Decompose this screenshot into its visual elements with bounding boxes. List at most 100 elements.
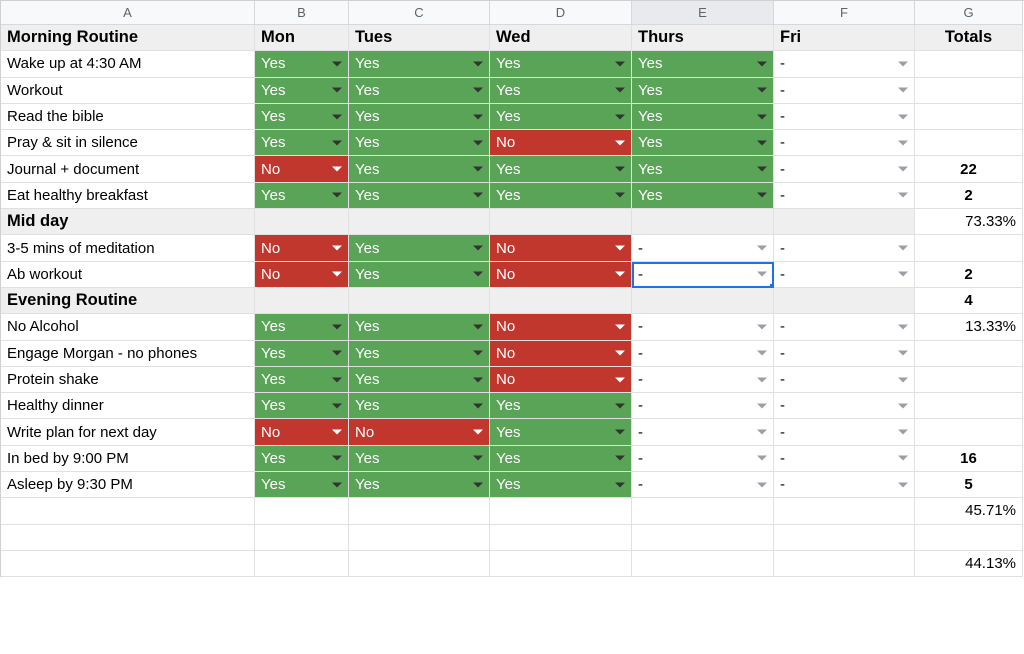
task-label[interactable]: Journal + document xyxy=(1,156,255,182)
blank-cell[interactable] xyxy=(915,525,1023,551)
task-label[interactable]: Healthy dinner xyxy=(1,393,255,419)
total-cell[interactable] xyxy=(915,341,1023,367)
cell-dropdown[interactable]: Yes xyxy=(490,183,632,209)
cell-dropdown[interactable]: Yes xyxy=(490,104,632,130)
cell-dropdown[interactable]: Yes xyxy=(349,314,490,340)
cell-dropdown[interactable]: - xyxy=(774,341,915,367)
header-totals[interactable]: Totals xyxy=(915,25,1023,51)
cell-dropdown[interactable]: Yes xyxy=(349,183,490,209)
cell-dropdown[interactable]: Yes xyxy=(255,393,349,419)
header-wed[interactable]: Wed xyxy=(490,25,632,51)
cell-dropdown[interactable]: - xyxy=(632,367,774,393)
task-label[interactable]: In bed by 9:00 PM xyxy=(1,446,255,472)
cell-dropdown[interactable]: Yes xyxy=(255,341,349,367)
cell-dropdown[interactable]: Yes xyxy=(255,367,349,393)
col-header-a[interactable]: A xyxy=(1,1,255,25)
cell-dropdown[interactable]: Yes xyxy=(349,393,490,419)
blank-cell[interactable] xyxy=(255,525,349,551)
cell-dropdown[interactable]: No xyxy=(255,156,349,182)
header-fri[interactable]: Fri xyxy=(774,25,915,51)
task-label[interactable]: Workout xyxy=(1,78,255,104)
task-label[interactable]: Eat healthy breakfast xyxy=(1,183,255,209)
cell-dropdown[interactable]: Yes xyxy=(255,446,349,472)
cell-dropdown[interactable]: No xyxy=(490,235,632,261)
cell-dropdown[interactable]: Yes xyxy=(255,130,349,156)
cell-dropdown[interactable]: - xyxy=(774,235,915,261)
section-midday[interactable]: Mid day xyxy=(1,209,255,235)
total-cell[interactable] xyxy=(915,104,1023,130)
cell-dropdown[interactable]: Yes xyxy=(490,446,632,472)
cell-dropdown[interactable]: Yes xyxy=(632,51,774,77)
total-cell[interactable] xyxy=(915,367,1023,393)
blank-cell[interactable] xyxy=(632,288,774,314)
cell-dropdown[interactable]: Yes xyxy=(632,78,774,104)
task-label[interactable]: 3-5 mins of meditation xyxy=(1,235,255,261)
blank-cell[interactable] xyxy=(255,551,349,577)
cell-dropdown[interactable]: Yes xyxy=(490,51,632,77)
cell-dropdown[interactable]: Yes xyxy=(490,393,632,419)
cell-dropdown[interactable]: Yes xyxy=(490,156,632,182)
cell-dropdown[interactable]: Yes xyxy=(255,314,349,340)
cell-dropdown[interactable]: - xyxy=(774,367,915,393)
cell-dropdown[interactable]: Yes xyxy=(349,78,490,104)
total-cell[interactable] xyxy=(915,51,1023,77)
blank-cell[interactable] xyxy=(774,551,915,577)
blank-cell[interactable] xyxy=(490,551,632,577)
cell-dropdown[interactable]: Yes xyxy=(349,235,490,261)
cell-dropdown[interactable]: No xyxy=(490,262,632,288)
cell-dropdown[interactable]: - xyxy=(632,235,774,261)
col-header-b[interactable]: B xyxy=(255,1,349,25)
blank-cell[interactable] xyxy=(1,551,255,577)
cell-dropdown[interactable]: Yes xyxy=(349,104,490,130)
cell-dropdown[interactable]: - xyxy=(774,183,915,209)
section-total[interactable]: 4 xyxy=(915,288,1023,314)
cell-dropdown[interactable]: No xyxy=(255,262,349,288)
blank-cell[interactable] xyxy=(490,525,632,551)
total-cell[interactable]: 22 xyxy=(915,156,1023,182)
cell-dropdown[interactable]: - xyxy=(632,393,774,419)
cell-dropdown[interactable]: Yes xyxy=(255,183,349,209)
cell-dropdown[interactable]: Yes xyxy=(632,104,774,130)
blank-cell[interactable] xyxy=(774,288,915,314)
blank-cell[interactable] xyxy=(490,288,632,314)
cell-dropdown[interactable]: - xyxy=(632,446,774,472)
section-morning[interactable]: Morning Routine xyxy=(1,25,255,51)
blank-cell[interactable] xyxy=(632,525,774,551)
cell-dropdown[interactable]: No xyxy=(490,130,632,156)
selected-cell[interactable]: - xyxy=(632,262,774,288)
blank-cell[interactable] xyxy=(255,288,349,314)
task-label[interactable]: Asleep by 9:30 PM xyxy=(1,472,255,498)
cell-dropdown[interactable]: - xyxy=(774,419,915,445)
col-header-d[interactable]: D xyxy=(490,1,632,25)
blank-cell[interactable] xyxy=(349,525,490,551)
cell-dropdown[interactable]: Yes xyxy=(349,341,490,367)
cell-dropdown[interactable]: - xyxy=(774,78,915,104)
cell-dropdown[interactable]: - xyxy=(774,130,915,156)
header-thurs[interactable]: Thurs xyxy=(632,25,774,51)
col-header-g[interactable]: G xyxy=(915,1,1023,25)
cell-dropdown[interactable]: Yes xyxy=(490,78,632,104)
col-header-e[interactable]: E xyxy=(632,1,774,25)
total-cell[interactable]: 2 xyxy=(915,183,1023,209)
cell-dropdown[interactable]: No xyxy=(349,419,490,445)
cell-dropdown[interactable]: Yes xyxy=(255,78,349,104)
cell-dropdown[interactable]: Yes xyxy=(349,367,490,393)
blank-cell[interactable] xyxy=(1,525,255,551)
cell-dropdown[interactable]: Yes xyxy=(632,183,774,209)
blank-cell[interactable] xyxy=(255,498,349,524)
section-percent[interactable]: 45.71% xyxy=(915,498,1023,524)
cell-dropdown[interactable]: Yes xyxy=(632,130,774,156)
cell-dropdown[interactable]: Yes xyxy=(490,419,632,445)
blank-cell[interactable] xyxy=(349,498,490,524)
total-cell[interactable] xyxy=(915,393,1023,419)
blank-cell[interactable] xyxy=(632,209,774,235)
cell-dropdown[interactable]: Yes xyxy=(349,446,490,472)
blank-cell[interactable] xyxy=(774,209,915,235)
blank-cell[interactable] xyxy=(349,288,490,314)
cell-dropdown[interactable]: - xyxy=(774,393,915,419)
section-percent[interactable]: 73.33% xyxy=(915,209,1023,235)
col-header-c[interactable]: C xyxy=(349,1,490,25)
cell-dropdown[interactable]: - xyxy=(774,446,915,472)
cell-dropdown[interactable]: Yes xyxy=(255,51,349,77)
cell-dropdown[interactable]: - xyxy=(632,314,774,340)
